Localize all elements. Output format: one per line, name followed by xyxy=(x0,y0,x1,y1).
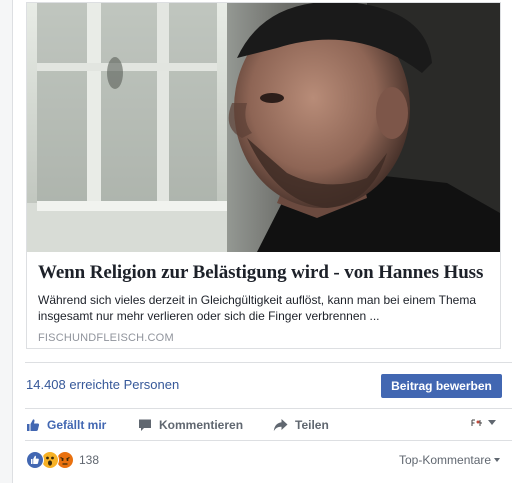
divider xyxy=(25,440,512,441)
link-preview-card[interactable]: Wenn Religion zur Belästigung wird - von… xyxy=(26,2,501,349)
share-arrow-icon xyxy=(273,419,288,431)
reach-count: 14.408 xyxy=(26,377,66,392)
like-label: Gefällt mir xyxy=(47,418,107,432)
reach-stats[interactable]: 14.408 erreichte Personen xyxy=(26,377,179,392)
boost-post-button[interactable]: Beitrag bewerben xyxy=(381,374,502,398)
comment-button[interactable]: Kommentieren xyxy=(138,416,243,434)
like-button[interactable]: Gefällt mir xyxy=(26,416,106,434)
comment-label: Kommentieren xyxy=(159,418,244,432)
reach-label: erreichte Personen xyxy=(69,377,180,392)
reaction-count[interactable]: 138 xyxy=(79,453,99,467)
chevron-down-icon xyxy=(488,420,496,425)
reactions-summary[interactable]: 138 xyxy=(26,451,99,469)
page-avatar-icon xyxy=(470,418,484,428)
link-description: Während sich vieles derzeit in Gleichgül… xyxy=(38,293,476,323)
post-as-selector[interactable] xyxy=(470,416,496,430)
link-domain: FISCHUNDFLEISCH.COM xyxy=(38,332,174,344)
portrait-photo xyxy=(27,3,500,252)
share-button[interactable]: Teilen xyxy=(273,416,329,434)
comment-sort-dropdown[interactable]: Top-Kommentare xyxy=(399,453,501,467)
like-reaction-icon xyxy=(26,451,44,469)
share-label: Teilen xyxy=(295,418,329,432)
caret-down-icon xyxy=(494,458,501,462)
link-title[interactable]: Wenn Religion zur Belästigung wird - von… xyxy=(38,262,498,284)
divider xyxy=(25,362,512,363)
speech-bubble-icon xyxy=(139,419,151,431)
link-preview-image[interactable] xyxy=(27,3,500,252)
thumbs-up-icon xyxy=(27,419,40,431)
divider xyxy=(25,408,512,409)
comment-sort-label: Top-Kommentare xyxy=(399,453,492,467)
link-preview-body[interactable]: Wenn Religion zur Belästigung wird - von… xyxy=(27,252,500,348)
left-sidebar-strip xyxy=(0,0,12,483)
post-container: Wenn Religion zur Belästigung wird - von… xyxy=(12,0,512,483)
